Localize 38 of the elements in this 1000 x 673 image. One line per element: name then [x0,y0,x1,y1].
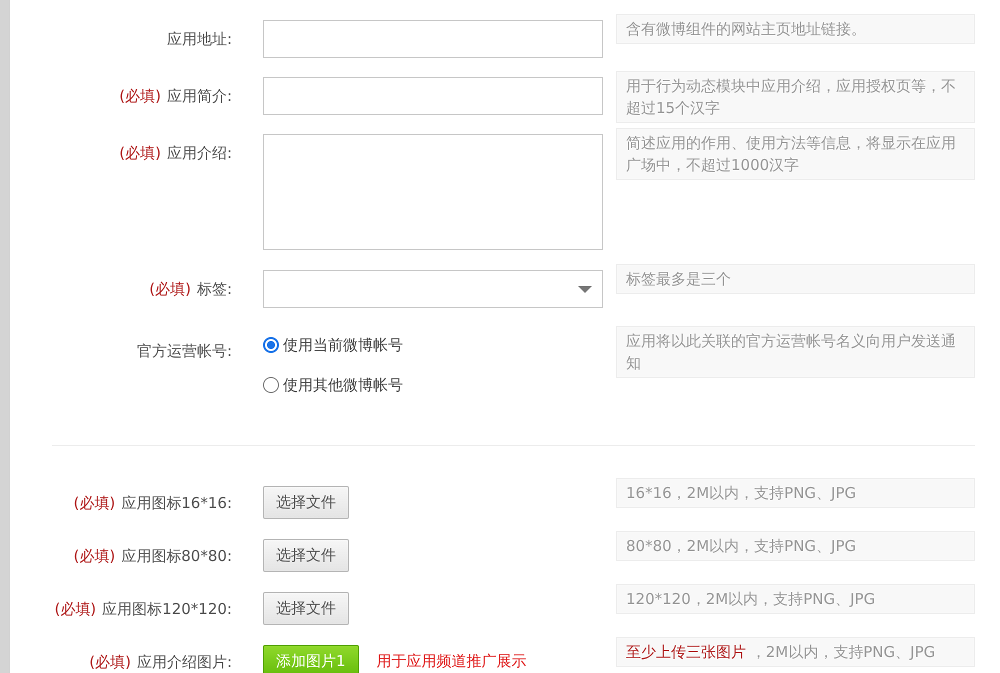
radio-option[interactable]: 使用当前微博帐号 [263,333,403,357]
hint-text: 简述应用的作用、使用方法等信息，将显示在应用广场中，不超过1000汉字 [616,128,975,180]
choose-file-button[interactable]: 选择文件 [263,539,349,572]
required-mark: (必填) [54,600,96,618]
field-label: 应用图标80*80: [121,547,232,565]
field-label: 应用图标16*16: [121,494,232,512]
required-mark: (必填) [119,144,161,162]
field-label: 标签: [196,280,232,298]
hint-text: 标签最多是三个 [616,264,975,294]
radio-option[interactable]: 使用其他微博帐号 [263,373,403,397]
tag-select[interactable] [263,270,603,308]
required-mark: (必填) [89,653,131,671]
choose-file-button[interactable]: 选择文件 [263,486,349,519]
required-mark: (必填) [74,547,116,565]
field-label: 应用地址: [166,30,232,48]
input-field[interactable] [263,77,603,115]
radio-button[interactable] [263,377,279,393]
field-label: 应用图标120*120: [102,600,232,618]
field-label: 官方运营帐号: [136,342,232,360]
text-area[interactable] [263,134,603,250]
choose-file-button[interactable]: 选择文件 [263,592,349,625]
required-mark: (必填) [74,494,116,512]
input-field[interactable] [263,20,603,58]
hint-text: 16*16，2M以内，支持PNG、JPG [616,478,975,508]
field-label: 应用简介: [166,87,232,105]
required-mark: (必填) [119,87,161,105]
hint-text: 至少上传三张图片 ，2M以内，支持PNG、JPG [616,637,975,667]
hint-text: 含有微博组件的网站主页地址链接。 [616,14,975,44]
radio-button[interactable] [263,337,279,353]
caret-icon [578,286,592,294]
field-label: 应用介绍图片: [136,653,232,671]
field-label: 应用介绍: [166,144,232,162]
required-mark: (必填) [149,280,191,298]
hint-text: 应用将以此关联的官方运营帐号名义向用户发送通知 [616,326,975,378]
note-text: 用于应用频道推广展示 [376,652,527,671]
hint-text: 120*120，2M以内，支持PNG、JPG [616,584,975,614]
hint-text: 80*80，2M以内，支持PNG、JPG [616,531,975,561]
hint-text: 用于行为动态模块中应用介绍，应用授权页等，不超过15个汉字 [616,71,975,123]
